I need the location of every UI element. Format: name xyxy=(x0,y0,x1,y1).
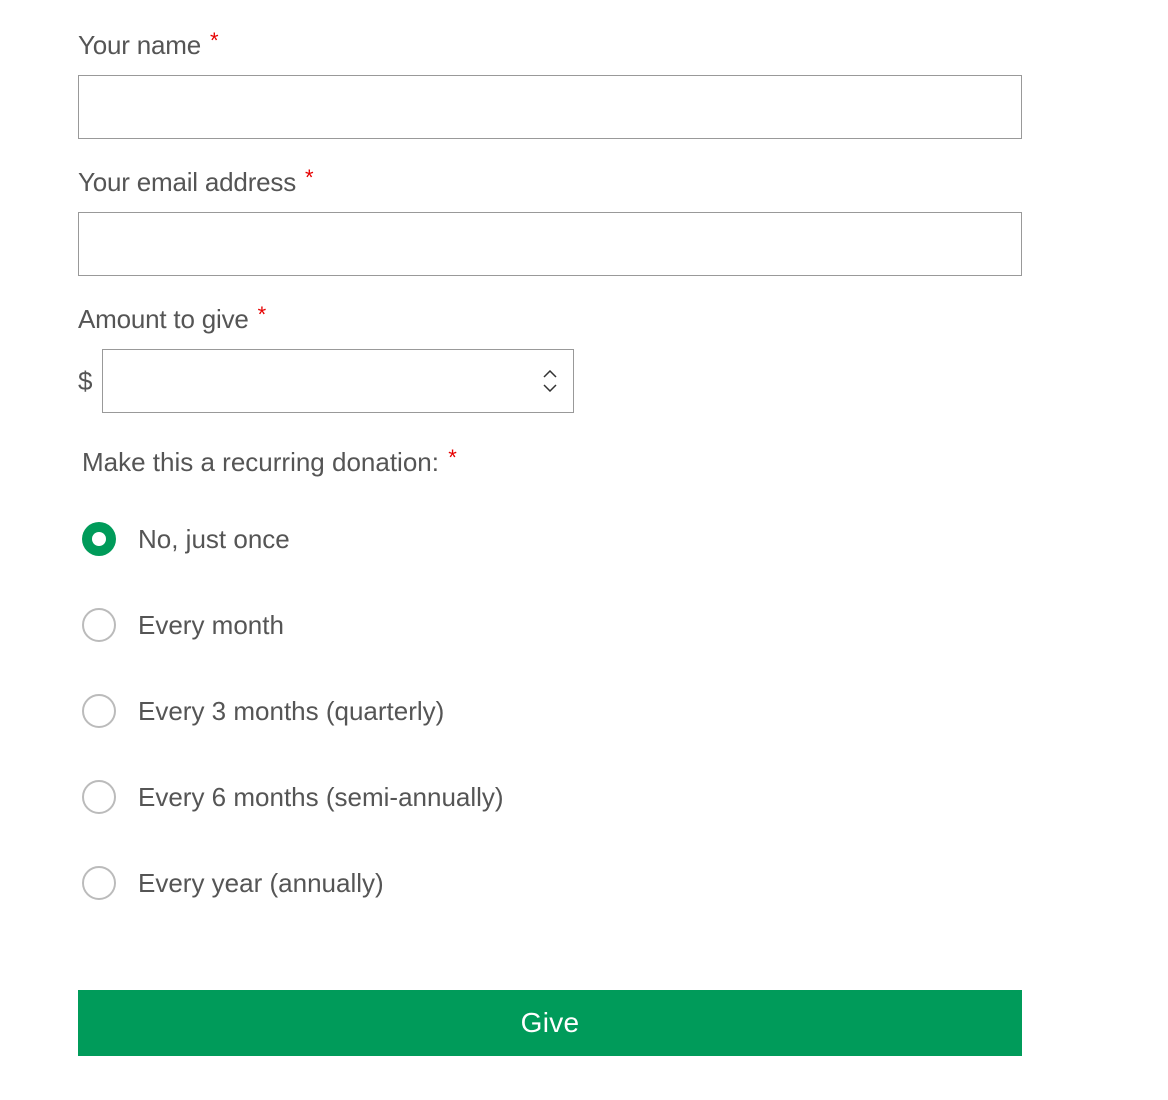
name-input[interactable] xyxy=(78,75,1022,139)
amount-label-text: Amount to give xyxy=(78,304,249,334)
required-mark: * xyxy=(305,165,313,190)
radio-option-once[interactable]: No, just once xyxy=(82,522,1090,556)
required-mark: * xyxy=(448,445,457,470)
radio-icon xyxy=(82,522,116,556)
currency-symbol: $ xyxy=(78,366,92,397)
donation-form: Your name * Your email address * Amount … xyxy=(78,30,1090,1056)
radio-label: Every month xyxy=(138,610,284,641)
give-button[interactable]: Give xyxy=(78,990,1022,1056)
radio-option-semiannually[interactable]: Every 6 months (semi-annually) xyxy=(82,780,1090,814)
amount-row: $ xyxy=(78,349,1090,413)
email-label-text: Your email address xyxy=(78,167,296,197)
radio-icon xyxy=(82,694,116,728)
name-label: Your name * xyxy=(78,30,1090,61)
required-mark: * xyxy=(258,302,266,327)
chevron-down-icon[interactable] xyxy=(543,384,557,392)
name-label-text: Your name xyxy=(78,30,201,60)
amount-input[interactable] xyxy=(103,350,543,412)
radio-icon xyxy=(82,608,116,642)
give-button-label: Give xyxy=(521,1007,580,1039)
required-mark: * xyxy=(210,28,218,53)
radio-icon xyxy=(82,866,116,900)
amount-input-container xyxy=(102,349,574,413)
recurring-label: Make this a recurring donation: * xyxy=(82,447,1090,478)
chevron-up-icon[interactable] xyxy=(543,370,557,378)
radio-label: Every 6 months (semi-annually) xyxy=(138,782,504,813)
email-label: Your email address * xyxy=(78,167,1090,198)
amount-label: Amount to give * xyxy=(78,304,1090,335)
radio-label: Every year (annually) xyxy=(138,868,384,899)
email-group: Your email address * xyxy=(78,167,1090,276)
amount-spinner xyxy=(543,370,573,392)
radio-icon xyxy=(82,780,116,814)
radio-label: Every 3 months (quarterly) xyxy=(138,696,444,727)
radio-option-annually[interactable]: Every year (annually) xyxy=(82,866,1090,900)
radio-option-quarterly[interactable]: Every 3 months (quarterly) xyxy=(82,694,1090,728)
name-group: Your name * xyxy=(78,30,1090,139)
recurring-options: No, just once Every month Every 3 months… xyxy=(82,522,1090,900)
recurring-label-text: Make this a recurring donation: xyxy=(82,447,439,477)
amount-group: Amount to give * $ xyxy=(78,304,1090,413)
email-input[interactable] xyxy=(78,212,1022,276)
radio-option-monthly[interactable]: Every month xyxy=(82,608,1090,642)
radio-label: No, just once xyxy=(138,524,290,555)
